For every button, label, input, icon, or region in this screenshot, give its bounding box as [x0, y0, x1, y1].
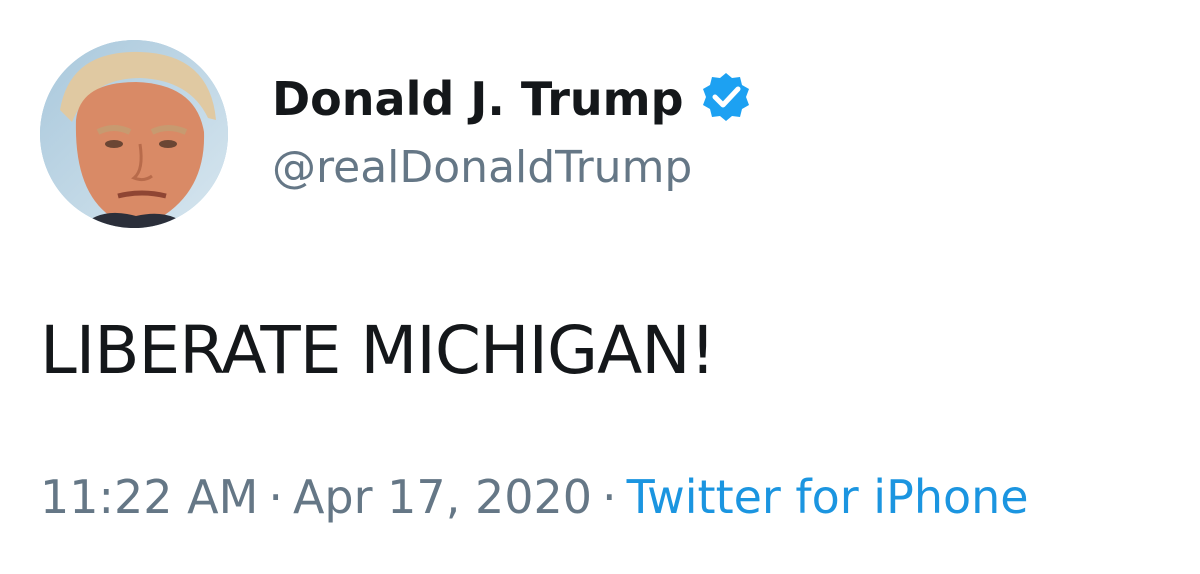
profile-avatar-image: [40, 40, 228, 228]
user-handle[interactable]: @realDonaldTrump: [272, 142, 692, 193]
author-name-row[interactable]: Donald J. Trump: [272, 64, 756, 134]
tweet-time[interactable]: 11:22 AM: [40, 470, 258, 524]
separator-dot: ·: [602, 470, 617, 524]
tweet-text: LIBERATE MICHIGAN!: [40, 312, 716, 389]
tweet-metadata: 11:22 AM · Apr 17, 2020 · Twitter for iPhone: [40, 470, 1029, 524]
avatar[interactable]: [40, 40, 228, 228]
tweet-source-link[interactable]: Twitter for iPhone: [627, 470, 1029, 524]
tweet-date[interactable]: Apr 17, 2020: [293, 470, 592, 524]
verified-badge-icon: [696, 69, 756, 129]
display-name[interactable]: Donald J. Trump: [272, 72, 684, 126]
separator-dot: ·: [268, 470, 283, 524]
tweet-card: Donald J. Trump @realDonaldTrump LIBERAT…: [0, 0, 1200, 574]
